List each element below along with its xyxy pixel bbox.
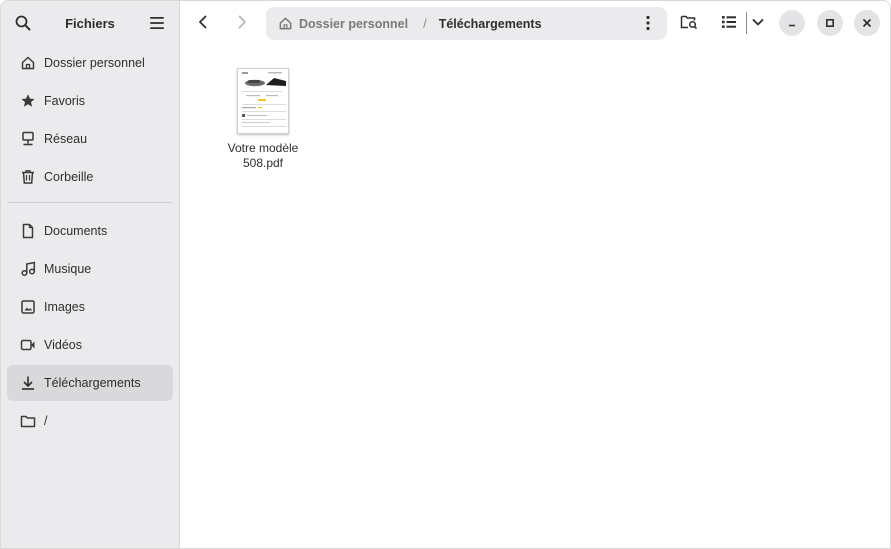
search-button[interactable] [10, 10, 36, 36]
pdf-thumbnail-icon [237, 68, 289, 134]
home-icon [278, 16, 293, 31]
file-name: Votre modèle 508.pdf [227, 141, 299, 170]
image-icon [19, 298, 37, 316]
sidebar-item-videos[interactable]: Vidéos [7, 327, 173, 363]
hamburger-menu-icon [149, 17, 164, 29]
list-view-icon [722, 16, 736, 28]
vertical-dots-icon [646, 15, 650, 31]
sidebar-item-label: Documents [44, 224, 108, 238]
maximize-icon [825, 18, 835, 28]
folder-search-icon [680, 15, 698, 30]
sidebar-item-music[interactable]: Musique [7, 251, 173, 287]
main-content: Dossier personnel / Téléchargements Votr… [180, 1, 890, 548]
chevron-down-icon [752, 19, 764, 26]
sidebar-item-label: Favoris [44, 94, 85, 108]
search-location-button[interactable] [676, 9, 702, 35]
sidebar-item-starred[interactable]: Favoris [7, 83, 173, 119]
sidebar-item-images[interactable]: Images [7, 289, 173, 325]
breadcrumb-separator: / [423, 16, 427, 31]
back-button[interactable] [190, 9, 216, 35]
sidebar-item-label: Réseau [44, 132, 88, 146]
view-mode-button[interactable] [716, 9, 742, 35]
sidebar-item-documents[interactable]: Documents [7, 213, 173, 249]
close-icon [862, 18, 872, 28]
chevron-left-icon [199, 15, 207, 29]
minimize-button[interactable] [779, 10, 805, 36]
sidebar-item-label: Vidéos [44, 338, 82, 352]
sidebar-item-label: Dossier personnel [44, 56, 145, 70]
sidebar-divider [7, 202, 173, 203]
folder-icon [19, 412, 37, 430]
sidebar-item-label: Images [44, 300, 85, 314]
sidebar-item-root[interactable]: / [7, 403, 173, 439]
sidebar-item-label: Téléchargements [44, 376, 141, 390]
music-icon [19, 260, 37, 278]
main-menu-button[interactable] [144, 10, 170, 36]
sidebar-item-label: Musique [44, 262, 92, 276]
maximize-button[interactable] [817, 10, 843, 36]
sidebar-item-downloads[interactable]: Téléchargements [7, 365, 173, 401]
trash-icon [19, 168, 37, 186]
video-icon [19, 336, 37, 354]
breadcrumb-label: Téléchargements [438, 16, 542, 31]
breadcrumb-current[interactable]: Téléchargements [439, 17, 542, 31]
view-options-button[interactable] [745, 9, 771, 35]
chevron-right-icon [238, 15, 246, 29]
sidebar-bookmarks: Documents Musique Images Vidéos Téléchar… [1, 213, 179, 439]
forward-button[interactable] [229, 9, 255, 35]
breadcrumb-label: Dossier personnel [299, 16, 409, 31]
header-bar: Dossier personnel / Téléchargements [180, 1, 890, 45]
path-bar: Dossier personnel / Téléchargements [266, 7, 667, 40]
download-icon [19, 374, 37, 392]
star-icon [19, 92, 37, 110]
file-manager-window: Fichiers Dossier personnel Favoris Résea… [0, 0, 891, 549]
sidebar-item-home[interactable]: Dossier personnel [7, 45, 173, 81]
breadcrumb-home[interactable]: Dossier personnel [278, 16, 408, 31]
document-icon [19, 222, 37, 240]
sidebar-item-label: Corbeille [44, 170, 94, 184]
sidebar-item-trash[interactable]: Corbeille [7, 159, 173, 195]
sidebar: Fichiers Dossier personnel Favoris Résea… [1, 1, 180, 548]
network-icon [19, 130, 37, 148]
sidebar-header: Fichiers [1, 1, 179, 45]
sidebar-item-label: / [44, 414, 48, 428]
folder-menu-button[interactable] [635, 10, 661, 36]
close-button[interactable] [854, 10, 880, 36]
sidebar-places: Dossier personnel Favoris Réseau Corbeil… [1, 45, 179, 195]
app-title: Fichiers [65, 15, 115, 31]
file-item-pdf[interactable]: Votre modèle 508.pdf [218, 68, 308, 171]
search-icon [15, 15, 31, 31]
home-icon [19, 54, 37, 72]
sidebar-item-network[interactable]: Réseau [7, 121, 173, 157]
minimize-icon [789, 24, 795, 27]
